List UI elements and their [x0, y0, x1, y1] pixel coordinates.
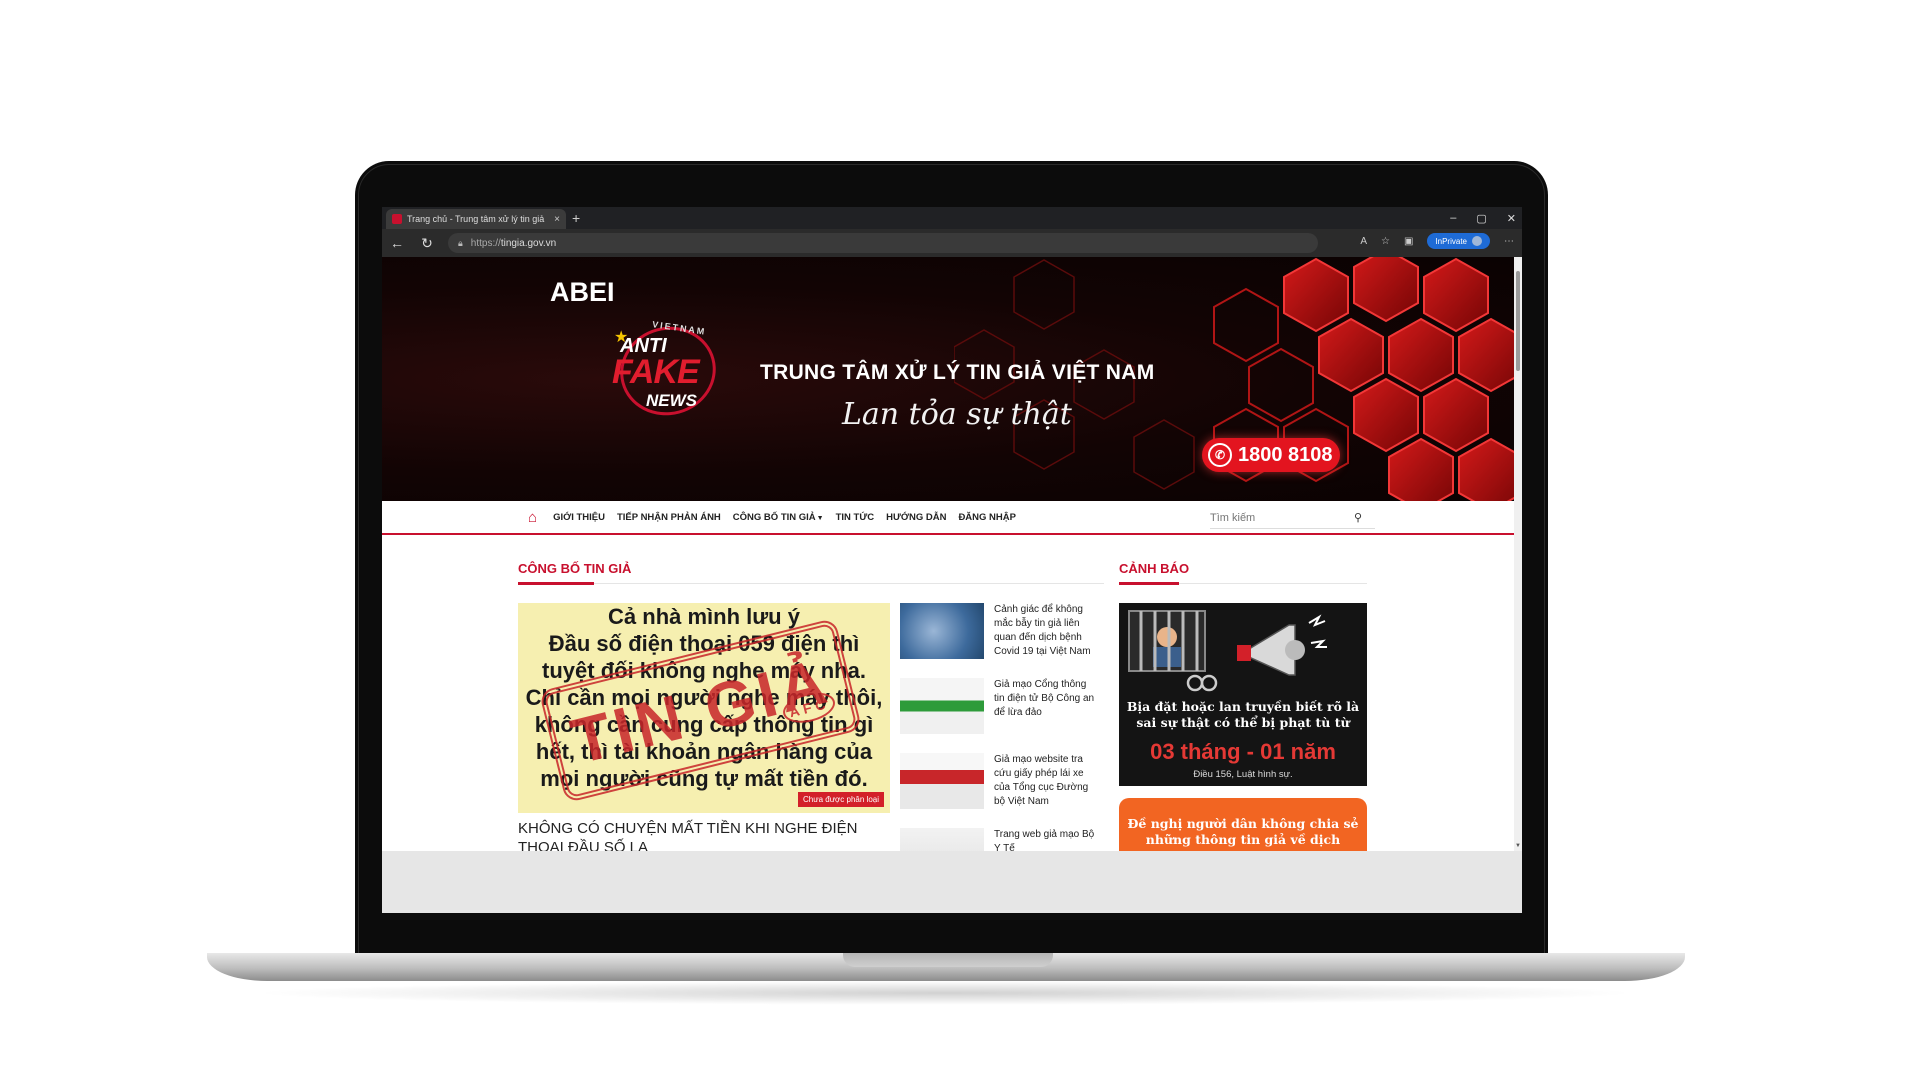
laptop-screen: Trang chủ - Trung tâm xử lý tin giả × + … [382, 207, 1522, 913]
warning-penalty: 03 tháng - 01 năm [1150, 739, 1336, 764]
section-title-cong-bo[interactable]: CÔNG BỐ TIN GIẢ [518, 561, 631, 576]
news-thumbnail[interactable] [900, 753, 984, 809]
inprivate-label: InPrivate [1435, 236, 1467, 246]
chevron-down-icon: ▼ [816, 514, 824, 522]
scroll-down-icon[interactable]: ▼ [1515, 843, 1521, 849]
warning-law: Điều 156, Luật hình sự. [1193, 769, 1293, 780]
tab-close-icon[interactable]: × [554, 214, 560, 225]
news-title[interactable]: Cảnh giác để không mắc bẫy tin giả liên … [994, 603, 1098, 659]
banner-title: TRUNG TÂM XỬ LÝ TIN GIẢ VIỆT NAM [760, 361, 1155, 384]
browser-tabbar: Trang chủ - Trung tâm xử lý tin giả × + … [382, 207, 1522, 229]
minimize-button[interactable]: – [1450, 212, 1456, 224]
screen-bezel-bottom [382, 851, 1522, 913]
news-title[interactable]: Trang web giả mạo Bộ Y Tế [994, 828, 1098, 851]
news-title[interactable]: Giả mạo website tra cứu giấy phép lái xe… [994, 753, 1098, 809]
window-controls: – ▢ ✕ [1450, 207, 1516, 229]
maximize-button[interactable]: ▢ [1476, 212, 1486, 225]
site-banner: ABEI ★ VIETNAM ANTI FAKE NEWS TRUNG TÂM … [382, 257, 1514, 501]
refresh-icon[interactable]: ↻ [412, 235, 442, 252]
home-icon[interactable]: ⌂ [528, 509, 537, 526]
hotline-number: 1800 8108 [1238, 443, 1333, 466]
phone-icon: ✆ [1208, 443, 1232, 467]
news-thumbnail[interactable] [900, 828, 984, 851]
logo-fake: FAKE [612, 353, 700, 391]
search-box: ⚲ [1210, 507, 1375, 529]
inprivate-badge[interactable]: InPrivate [1427, 233, 1490, 249]
search-input[interactable] [1210, 511, 1350, 524]
advisory-banner[interactable]: Đề nghị người dân không chia sẻ những th… [1119, 798, 1367, 851]
url-host: tingia.gov.vn [500, 237, 557, 249]
hotline-button[interactable]: ✆ 1800 8108 [1202, 438, 1340, 472]
menu-item-gioi-thieu[interactable]: GIỚI THIỆU [553, 512, 605, 523]
laptop-shadow [250, 981, 1640, 1005]
menu-item-tiep-nhan-phan-anh[interactable]: TIẾP NHẬN PHẢN ÁNH [617, 512, 721, 523]
list-item[interactable]: Cảnh giác để không mắc bẫy tin giả liên … [900, 603, 1100, 673]
status-badge[interactable]: Chưa được phân loại [798, 792, 884, 807]
feature-article-title[interactable]: KHÔNG CÓ CHUYỆN MẤT TIỀN KHI NGHE ĐIỆN T… [518, 819, 898, 851]
logo-news: NEWS [646, 391, 697, 410]
address-bar[interactable]: 🔒︎ https:// tingia.gov.vn [448, 233, 1318, 253]
tab-title: Trang chủ - Trung tâm xử lý tin giả [407, 214, 545, 224]
menu-item-label: CÔNG BỐ TIN GIẢ [732, 511, 816, 523]
menu-item-huong-dan[interactable]: HƯỚNG DẪN [886, 512, 946, 523]
close-window-button[interactable]: ✕ [1507, 212, 1516, 225]
news-title[interactable]: Giả mạo Cổng thông tin điện tử Bộ Công a… [994, 678, 1098, 720]
menu-item-cong-bo-tin-gia[interactable]: CÔNG BỐ TIN GIẢ▼ [733, 512, 824, 523]
browser-tab[interactable]: Trang chủ - Trung tâm xử lý tin giả × [386, 209, 566, 229]
search-icon[interactable]: ⚲ [1354, 511, 1362, 524]
news-thumbnail[interactable] [900, 603, 984, 659]
lock-icon: 🔒︎ [458, 237, 463, 248]
brand-abei: ABEI [550, 277, 615, 307]
section-rule [518, 582, 1104, 585]
section-rule [1119, 582, 1367, 585]
page-viewport: ABEI ★ VIETNAM ANTI FAKE NEWS TRUNG TÂM … [382, 257, 1514, 851]
laptop-notch [843, 953, 1053, 967]
favorites-icon[interactable]: ☆ [1381, 236, 1390, 247]
url-protocol: https:// [470, 237, 501, 249]
browser-toolbar: ← ↻ 🔒︎ https:// tingia.gov.vn A ☆ ▣ InPr… [382, 229, 1522, 257]
list-item[interactable]: Trang web giả mạo Bộ Y Tế [900, 828, 1100, 851]
toolbar-right: A ☆ ▣ InPrivate ⋯ [1360, 233, 1514, 249]
avatar [1472, 236, 1482, 246]
collections-icon[interactable]: ▣ [1404, 236, 1413, 247]
new-tab-button[interactable]: + [572, 209, 580, 227]
list-item[interactable]: Giả mạo Cổng thông tin điện tử Bộ Công a… [900, 678, 1100, 748]
warning-text: Bịa đặt hoặc lan truyền biết rõ là sai s… [1126, 699, 1360, 730]
anti-fake-news-logo[interactable]: ★ VIETNAM ANTI FAKE NEWS [610, 316, 726, 426]
section-title-canh-bao[interactable]: CẢNH BÁO [1119, 561, 1189, 576]
list-item[interactable]: Giả mạo website tra cứu giấy phép lái xe… [900, 753, 1100, 823]
news-thumbnail[interactable] [900, 678, 984, 734]
menu-item-tin-tuc[interactable]: TIN TỨC [836, 512, 875, 523]
more-icon[interactable]: ⋯ [1504, 236, 1514, 247]
scrollbar[interactable]: ▼ [1514, 257, 1522, 851]
favicon-icon [392, 214, 402, 224]
banner-slogan: Lan tỏa sự thật [842, 397, 1072, 432]
jail-megaphone-illustration [1128, 610, 1327, 692]
main-menu: ⌂ GIỚI THIỆU TIẾP NHẬN PHẢN ÁNH CÔNG BỐ … [382, 501, 1514, 535]
read-aloud-icon[interactable]: A [1360, 236, 1367, 247]
warning-banner[interactable]: Bịa đặt hoặc lan truyền biết rõ là sai s… [1119, 603, 1367, 786]
feature-image[interactable]: Cả nhà mình lưu ý Đầu số điện thoại 059 … [518, 603, 890, 813]
scrollbar-thumb[interactable] [1516, 271, 1520, 371]
menu-item-dang-nhap[interactable]: ĐĂNG NHẬP [958, 512, 1016, 523]
back-icon[interactable]: ← [382, 235, 412, 251]
